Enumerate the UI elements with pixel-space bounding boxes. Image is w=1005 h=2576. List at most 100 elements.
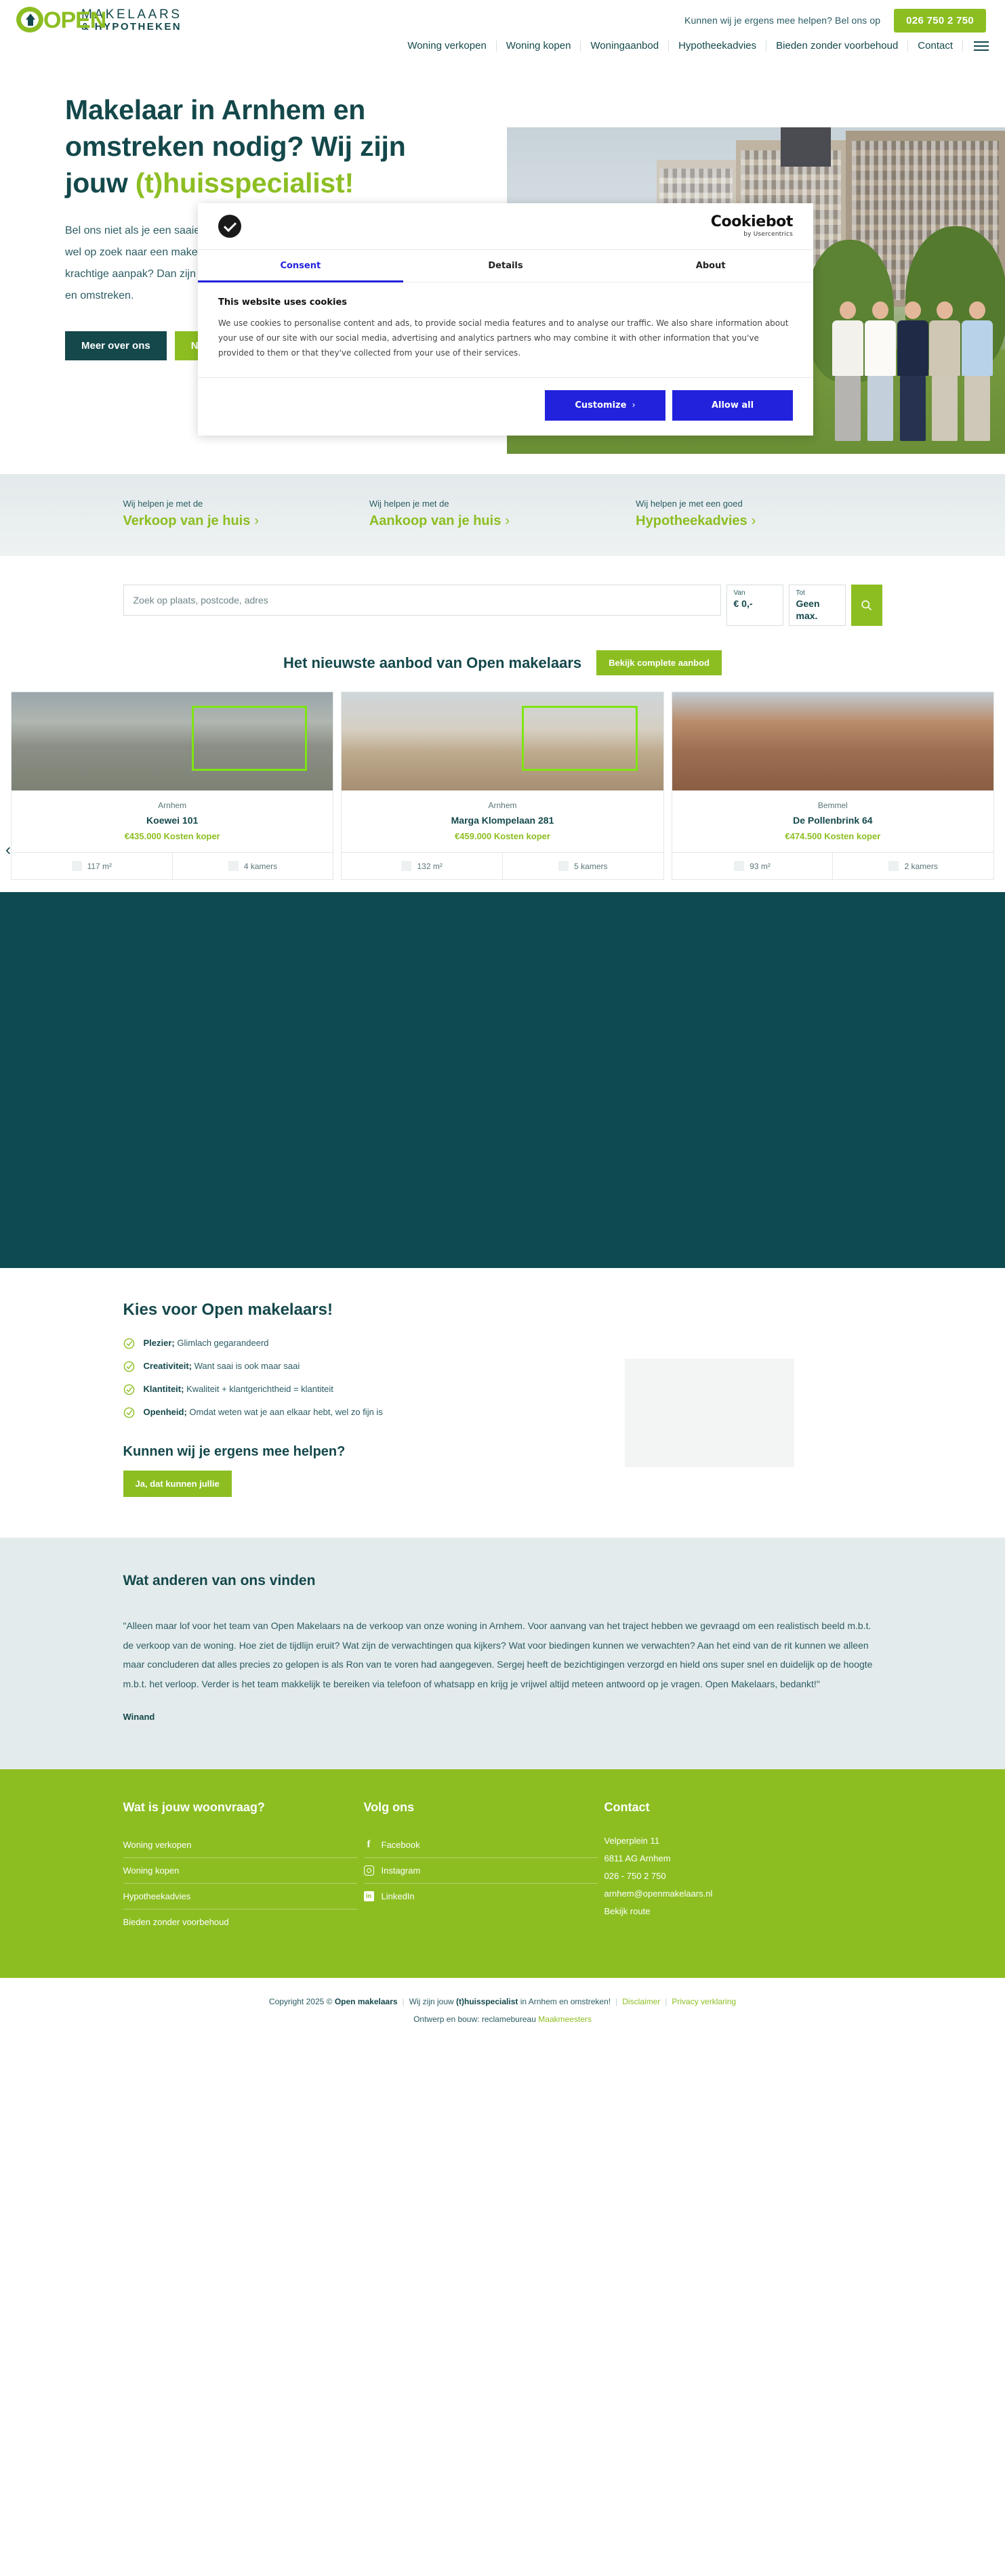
allow-all-button[interactable]: Allow all — [672, 389, 793, 421]
footer-link-instagram[interactable]: Instagram — [363, 1858, 598, 1884]
usp-rest-1: Want saai is ook maar saai — [192, 1361, 300, 1371]
chevron-right-icon: › — [751, 513, 756, 528]
offer-section: Het nieuwste aanbod van Open makelaars B… — [0, 650, 1005, 892]
help-label-0: Verkoop van je huis — [123, 513, 251, 528]
copyright-brand: Open makelaars — [334, 1996, 398, 2006]
rooms-value: 4 kamers — [243, 861, 278, 871]
usp-item: Openheid; Omdat weten wat je aan elkaar … — [123, 1406, 598, 1418]
cookie-consent-dialog[interactable]: Cookiebot by Usercentrics Consent Detail… — [198, 203, 813, 436]
footer-email[interactable]: arnhem@openmakelaars.nl — [604, 1885, 882, 1903]
property-address: Koewei 101 — [146, 815, 199, 826]
search-placeholder: Zoek op plaats, postcode, adres — [133, 595, 268, 606]
facebook-icon: f — [367, 1838, 371, 1850]
usp-item: Klantiteit; Kwaliteit + klantgerichtheid… — [123, 1383, 598, 1395]
site-logo[interactable]: OPEN MAKELAARS & HYPOTHEKEN — [16, 5, 182, 34]
privacy-link[interactable]: Privacy verklaring — [672, 1997, 736, 2006]
property-card[interactable]: Bemmel De Pollenbrink 64 €474.500 Kosten… — [671, 692, 994, 880]
check-circle-icon — [123, 1361, 134, 1372]
cookiebot-check-icon — [218, 215, 241, 238]
tab-about[interactable]: About — [608, 250, 813, 282]
footer-col1-title: Wat is jouw woonvraag? — [123, 1800, 265, 1814]
help-card-verkoop[interactable]: Wij helpen je met de Verkoop van je huis… — [123, 499, 369, 529]
build-pre: Ontwerp en bouw: reclamebureau — [413, 2014, 539, 2024]
help-card-small-1: Wij helpen je met de — [369, 499, 449, 509]
property-city: Arnhem — [158, 801, 187, 810]
price-to-select[interactable]: Tot Geen max. — [788, 585, 846, 626]
footer-link-linkedin[interactable]: in LinkedIn — [363, 1884, 598, 1909]
review-text: "Alleen maar lof voor het team van Open … — [123, 1620, 873, 1690]
footer-phone[interactable]: 026 - 750 2 750 — [604, 1867, 882, 1885]
price-from-label: Van — [733, 589, 745, 597]
cookiebot-logo: Cookiebot by Usercentrics — [711, 215, 794, 238]
nav-item-woningaanbod[interactable]: Woningaanbod — [581, 41, 670, 51]
hamburger-menu-icon[interactable] — [963, 41, 989, 51]
help-card-aankoop[interactable]: Wij helpen je met de Aankoop van je huis… — [369, 499, 615, 529]
ja-dat-kunnen-jullie-button[interactable]: Ja, dat kunnen jullie — [123, 1471, 232, 1497]
phone-button[interactable]: 026 750 2 750 — [894, 8, 986, 33]
chevron-right-icon: › — [505, 513, 510, 528]
footer-link-bieden-zonder-voorbehoud[interactable]: Bieden zonder voorbehoud — [123, 1909, 357, 1935]
help-card-small-2: Wij helpen je met een goed — [636, 499, 743, 509]
disclaimer-link[interactable]: Disclaimer — [622, 1997, 660, 2006]
area-value: 117 m² — [87, 861, 112, 871]
image-placeholder — [624, 1359, 794, 1467]
chevron-right-icon: › — [632, 400, 636, 410]
property-price: €435.000 Kosten koper — [124, 831, 220, 841]
open-house-logo-icon: OPEN — [16, 5, 106, 34]
maakmeesters-link[interactable]: Maakmeesters — [538, 2014, 592, 2024]
help-card-big-2: Hypotheekadvies › — [636, 513, 882, 529]
property-address: De Pollenbrink 64 — [793, 815, 873, 826]
copyright-mid2: in Arnhem en omstreken! — [518, 1996, 611, 2006]
check-circle-icon — [123, 1407, 134, 1418]
check-circle-icon — [123, 1384, 134, 1395]
help-card-hypotheek[interactable]: Wij helpen je met een goed Hypotheekadvi… — [615, 499, 882, 529]
search-button[interactable] — [850, 585, 882, 626]
usp-item: Creativiteit; Want saai is ook maar saai — [123, 1360, 598, 1372]
linkedin-label: LinkedIn — [381, 1891, 415, 1901]
nav-item-woning-kopen[interactable]: Woning kopen — [497, 41, 581, 51]
property-card[interactable]: Arnhem Koewei 101 €435.000 Kosten koper … — [11, 692, 334, 880]
help-label-1: Aankoop van je huis — [369, 513, 501, 528]
footer-link-hypotheekadvies[interactable]: Hypotheekadvies — [123, 1884, 357, 1909]
nav-item-woning-verkopen[interactable]: Woning verkopen — [398, 41, 497, 51]
property-area: 117 m² — [12, 853, 172, 879]
usp-bold-3: Openheid; — [143, 1407, 187, 1417]
nav-item-bieden-zonder-voorbehoud[interactable]: Bieden zonder voorbehoud — [766, 41, 909, 51]
cookie-heading: This website uses cookies — [218, 297, 348, 308]
tab-consent[interactable]: Consent — [198, 250, 403, 282]
property-city: Bemmel — [817, 801, 848, 810]
chevron-right-icon: › — [254, 513, 260, 528]
teal-placeholder-section — [0, 892, 1005, 1268]
view-all-offers-button[interactable]: Bekijk complete aanbod — [596, 650, 722, 675]
property-image — [12, 692, 333, 790]
help-card-small-0: Wij helpen je met de — [123, 499, 203, 509]
property-card[interactable]: Arnhem Marga Klompelaan 281 €459.000 Kos… — [341, 692, 664, 880]
footer-address-1: Velperplein 11 — [604, 1835, 659, 1846]
property-area: 132 m² — [342, 853, 502, 879]
footer-link-woning-kopen[interactable]: Woning kopen — [123, 1858, 357, 1884]
carousel-prev-icon[interactable]: ‹ — [5, 841, 11, 860]
usp-rest-2: Kwaliteit + klantgerichtheid = klantitei… — [184, 1384, 333, 1394]
footer-route-link[interactable]: Bekijk route — [604, 1906, 651, 1916]
nav-item-contact[interactable]: Contact — [908, 41, 963, 51]
nav-item-hypotheekadvies[interactable]: Hypotheekadvies — [669, 41, 767, 51]
footer-link-facebook[interactable]: f Facebook — [363, 1832, 598, 1858]
meer-over-ons-button[interactable]: Meer over ons — [65, 331, 167, 361]
rooms-icon — [558, 861, 569, 871]
logo-word: OPEN — [43, 7, 106, 33]
search-section: Zoek op plaats, postcode, adres Van € 0,… — [0, 556, 1005, 650]
search-icon — [861, 600, 872, 611]
check-circle-icon — [123, 1338, 134, 1349]
usp-bold-2: Klantiteit; — [143, 1384, 184, 1394]
tab-details[interactable]: Details — [403, 250, 609, 282]
price-from-select[interactable]: Van € 0,- — [726, 585, 783, 626]
footer-link-woning-verkopen[interactable]: Woning verkopen — [123, 1832, 357, 1858]
area-icon — [401, 861, 412, 871]
customize-button[interactable]: Customize › — [545, 389, 665, 421]
copyright-bar: Copyright 2025 © Open makelaars | Wij zijn… — [0, 1977, 1005, 2051]
search-input[interactable]: Zoek op plaats, postcode, adres — [123, 585, 721, 616]
hero-title-accent: (t)huisspecialist! — [135, 167, 354, 199]
choose-title: Kies voor Open makelaars! — [123, 1301, 333, 1319]
cookie-body-text: We use cookies to personalise content an… — [218, 318, 789, 358]
cookiebot-brand-sub: by Usercentrics — [743, 231, 793, 238]
